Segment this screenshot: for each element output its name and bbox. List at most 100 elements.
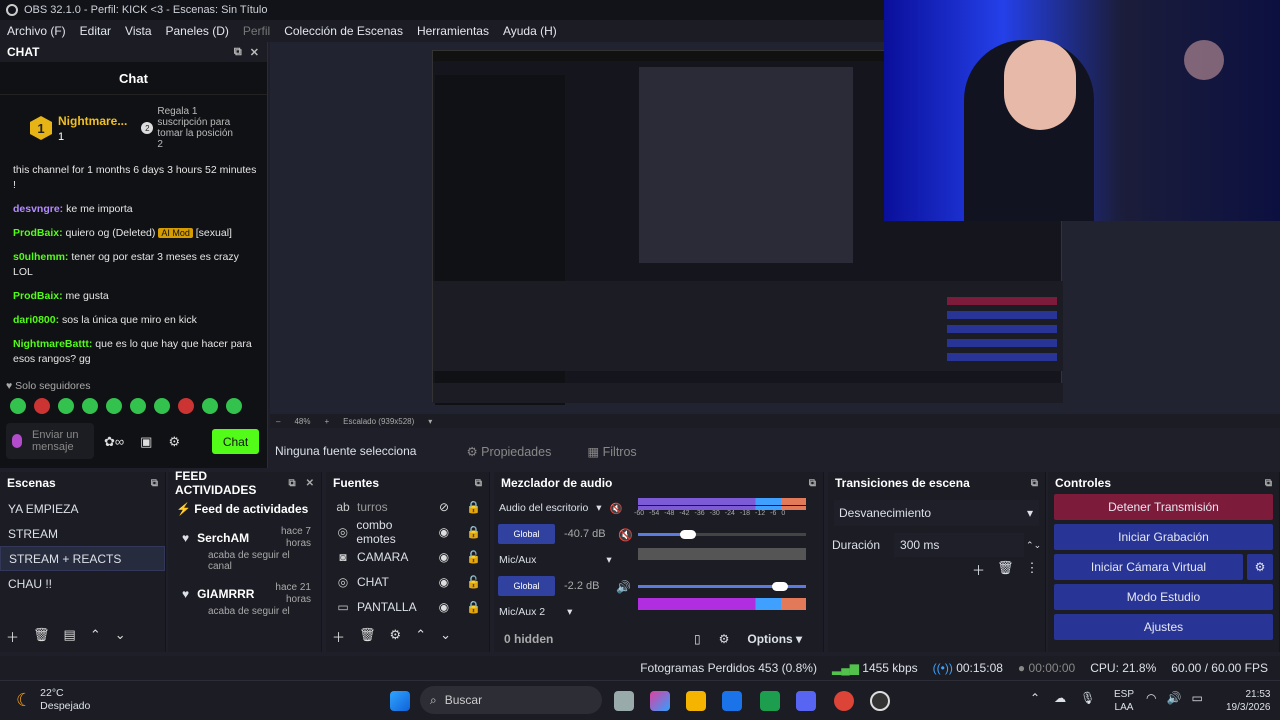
down-icon[interactable]: ⌄ [440,627,451,646]
undock-icon[interactable]: ⧉ [151,478,158,489]
start-recording-button[interactable]: Iniciar Grabación [1054,524,1273,550]
chevron-down-icon[interactable]: ▾ [428,417,432,426]
filter-icon[interactable]: ▤ [64,627,76,646]
menu-archivo[interactable]: Archivo (F) [0,24,73,38]
menu-paneles[interactable]: Paneles (D) [159,24,236,38]
emote-icon[interactable] [34,398,50,414]
lock-icon[interactable]: 🔒 [466,500,481,514]
emote-icon[interactable] [130,398,146,414]
mic-tray-icon[interactable]: 🎙 [1080,691,1095,705]
chevron-down-icon[interactable]: ▾ [606,554,611,566]
trash-icon[interactable]: 🗑 [359,627,376,646]
mixer-channel-name[interactable]: Mic/Aux ▾ [499,554,612,566]
eye-icon[interactable]: ◉ [439,550,449,564]
source-item[interactable]: ◎ CHAT ◉ 🔓 [326,569,489,594]
stepper-icon[interactable]: ⌃⌄ [1026,540,1041,551]
lock-icon[interactable]: 🔒 [466,525,481,539]
volume-icon[interactable]: 🔊 [1166,691,1181,705]
duration-input[interactable]: 300 ms [894,533,1025,557]
gear-icon[interactable]: ⚙ [390,627,402,646]
zoom-out-icon[interactable]: – [276,417,280,426]
scene-item[interactable]: STREAM [0,521,165,546]
properties-button[interactable]: ⚙ Propiedades [466,444,551,459]
language-indicator[interactable]: ESP LAA [1114,688,1134,714]
layout-icon[interactable]: ▯ [694,632,701,646]
emote-icon[interactable] [10,398,26,414]
source-item[interactable]: ◙ CAMARA ◉ 🔓 [326,544,489,569]
global-mode-button[interactable]: Global [498,524,555,544]
battery-icon[interactable]: ▭ [1191,691,1202,705]
menu-perfil[interactable]: Perfil [236,24,277,38]
virtual-camera-button[interactable]: Iniciar Cámara Virtual [1054,554,1243,580]
chevron-down-icon[interactable]: ▾ [1027,506,1039,520]
studio-mode-button[interactable]: Modo Estudio [1054,584,1273,610]
chat-message-input[interactable]: Enviar un mensaje [6,423,94,459]
source-item[interactable]: ab turros ⊘ 🔒 [326,494,489,519]
menu-herramientas[interactable]: Herramientas [410,24,496,38]
mixer-channel-name[interactable]: Mic/Aux 2 ▾ [499,606,572,618]
obs-taskbar-icon[interactable] [870,691,890,711]
trash-icon[interactable]: 🗑 [33,627,50,646]
muted-speaker-icon[interactable]: 🔇 [618,528,633,542]
weather-widget[interactable]: ☾ 22°C Despejado [16,687,90,713]
menu-vista[interactable]: Vista [118,24,158,38]
lock-icon[interactable]: 🔓 [466,550,481,564]
taskbar-search[interactable]: ⌕ Buscar [420,686,602,714]
global-mode-button[interactable]: Global [498,576,555,596]
excel-icon[interactable] [760,691,780,711]
microphone-icon[interactable] [12,434,22,448]
speaker-icon[interactable]: 🔇 [610,502,623,515]
scaling-select[interactable]: Escalado (939x528) [343,417,414,426]
up-icon[interactable]: ⌃ [90,627,101,646]
volume-slider[interactable] [638,582,806,591]
lock-icon[interactable]: 🔓 [466,575,481,589]
chat-send-button[interactable]: Chat [212,429,259,454]
settings-button[interactable]: Ajustes [1054,614,1273,640]
cloud-icon[interactable]: ☁ [1054,691,1066,705]
eye-icon[interactable]: ◉ [439,575,449,589]
emote-icon[interactable] [202,398,218,414]
undock-icon[interactable]: ⧉ [809,478,816,489]
chevron-up-icon[interactable]: ⌃ [1030,691,1040,705]
copilot-icon[interactable] [650,691,670,711]
gear-icon[interactable]: ⚙ [168,434,180,450]
menu-ayuda[interactable]: Ayuda (H) [496,24,564,38]
emote-icon[interactable] [226,398,242,414]
scene-item[interactable]: CHAU !! [0,571,165,596]
stop-streaming-button[interactable]: Detener Transmisión [1054,494,1273,520]
undock-icon[interactable]: ⧉ [1031,478,1038,489]
volume-slider[interactable] [638,530,806,539]
more-icon[interactable]: ⋮ [1026,560,1039,579]
emote-icon[interactable] [58,398,74,414]
eye-icon[interactable]: ◉ [439,600,449,614]
file-explorer-icon[interactable] [686,691,706,711]
undock-icon[interactable]: ⧉ [1265,478,1272,489]
gear-icon[interactable]: ⚙ [719,632,730,646]
source-item[interactable]: ◎ combo emotes ◉ 🔒 [326,518,489,546]
up-icon[interactable]: ⌃ [415,627,426,646]
store-icon[interactable]: ▣ [140,434,152,450]
close-icon[interactable]: ✕ [306,478,314,489]
add-icon[interactable]: ＋ [6,627,19,646]
task-view-icon[interactable] [614,691,634,711]
discord-icon[interactable] [796,691,816,711]
transition-select[interactable]: Desvanecimiento ▾ [834,500,1039,526]
chevron-down-icon[interactable]: ▾ [567,606,572,618]
scene-item[interactable]: YA EMPIEZA [0,496,165,521]
zoom-in-icon[interactable]: + [324,417,329,426]
emote-picker-icon[interactable]: ✿∞ [104,434,124,450]
chrome-icon[interactable] [834,691,854,711]
chevron-down-icon[interactable]: ▾ [596,502,601,515]
scene-item-selected[interactable]: STREAM + REACTS [0,546,165,571]
windows-start-icon[interactable] [390,691,410,711]
source-item[interactable]: ▭ PANTALLA ◉ 🔒 [326,594,489,619]
menu-coleccion[interactable]: Colección de Escenas [277,24,410,38]
speaker-icon[interactable]: 🔊 [616,580,631,594]
emote-icon[interactable] [106,398,122,414]
zoom-level[interactable]: 48% [294,417,310,426]
lock-icon[interactable]: 🔒 [466,600,481,614]
hidden-eye-icon[interactable]: ⊘ [439,500,449,514]
clock[interactable]: 21:53 19/3/2026 [1226,688,1271,714]
emote-icon[interactable] [178,398,194,414]
undock-icon[interactable]: ⧉ [288,478,295,489]
